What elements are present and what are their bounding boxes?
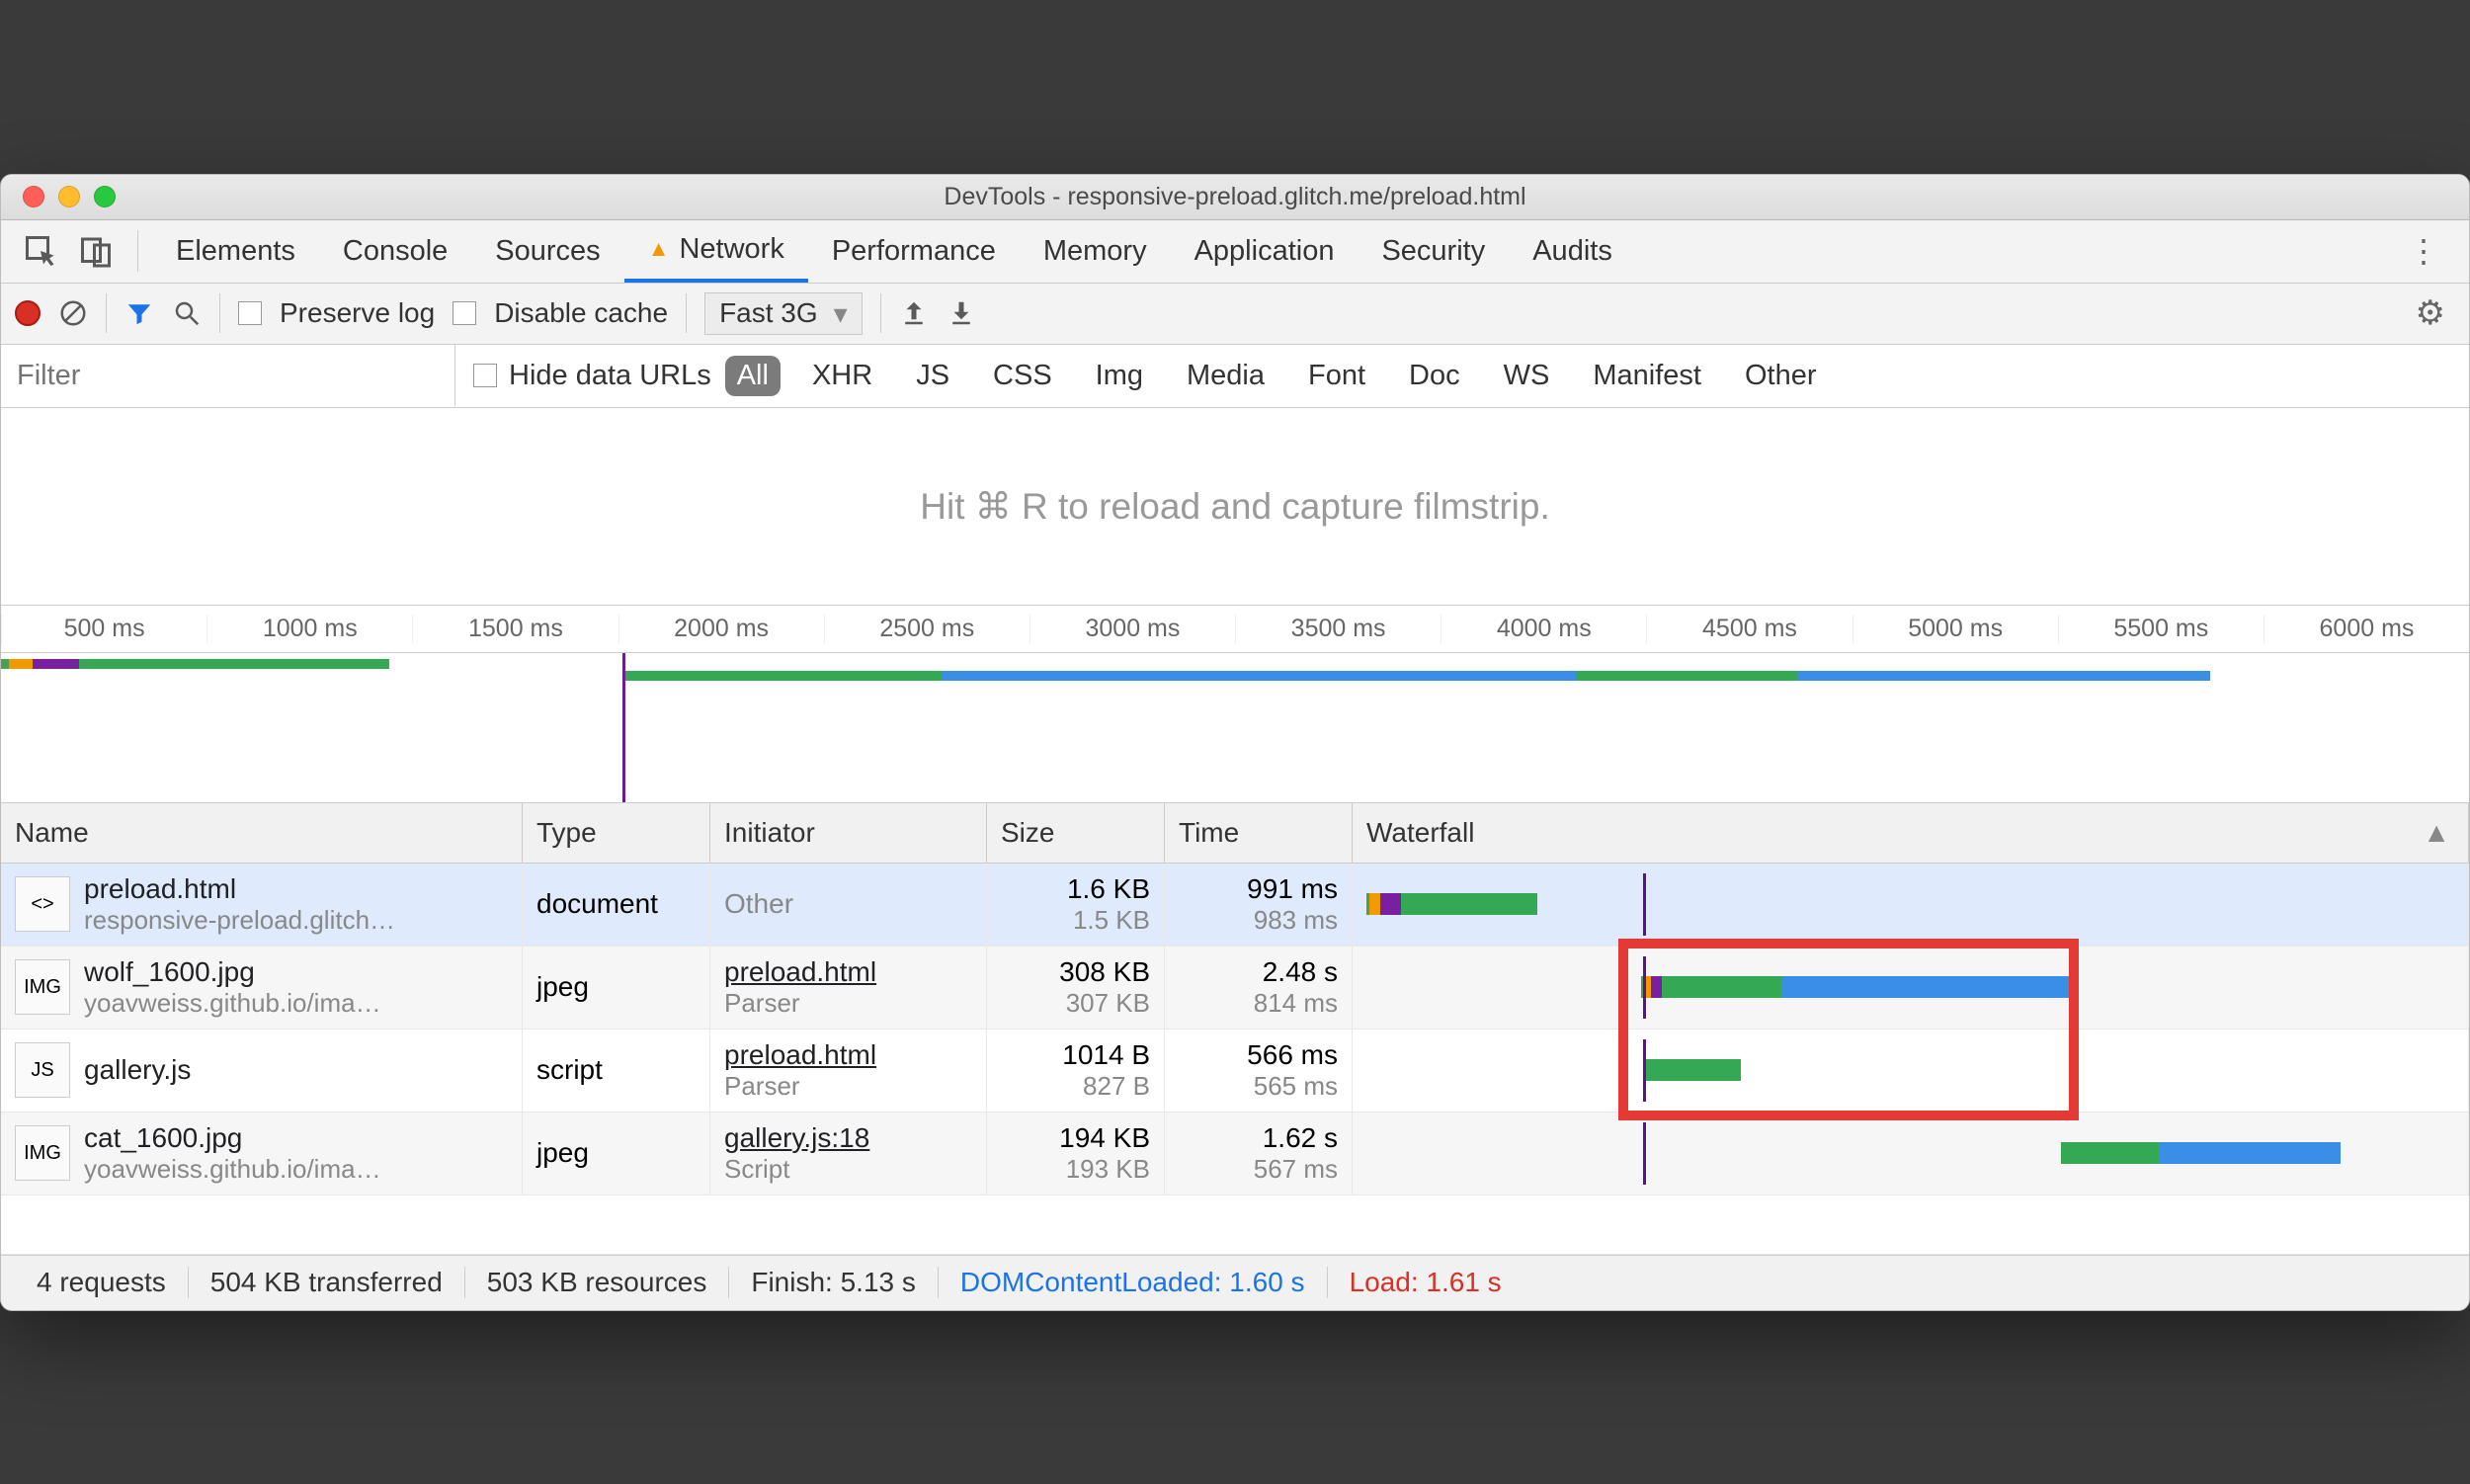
transferred-size: 504 KB transferred — [189, 1267, 465, 1298]
filter-type-other[interactable]: Other — [1733, 356, 1829, 396]
throttle-select[interactable]: Fast 3G▾ — [704, 292, 863, 335]
upload-har-icon[interactable] — [899, 298, 929, 328]
window-controls — [1, 186, 116, 207]
request-count: 4 requests — [15, 1267, 189, 1298]
disable-cache-label: Disable cache — [494, 297, 668, 329]
request-name: preload.html — [84, 873, 395, 905]
file-type-icon: <> — [15, 876, 70, 932]
waterfall-bar[interactable] — [1366, 1122, 2454, 1185]
hide-data-urls-checkbox[interactable] — [473, 364, 497, 387]
network-table-header: Name Type Initiator Size Time Waterfall▲ — [1, 803, 2469, 864]
minimize-window-button[interactable] — [58, 186, 80, 207]
col-size[interactable]: Size — [987, 803, 1165, 863]
window-title: DevTools - responsive-preload.glitch.me/… — [1, 183, 2469, 211]
tab-security[interactable]: Security — [1358, 219, 1509, 283]
warning-icon: ▲ — [648, 236, 670, 262]
tab-elements[interactable]: Elements — [152, 219, 319, 283]
clear-icon[interactable] — [58, 298, 88, 328]
tab-application[interactable]: Application — [1171, 219, 1358, 283]
tab-memory[interactable]: Memory — [1020, 219, 1171, 283]
table-row[interactable]: JSgallery.jsscriptpreload.htmlParser1014… — [1, 1030, 2469, 1113]
network-table-body: <>preload.htmlresponsive-preload.glitch…… — [1, 864, 2469, 1195]
zoom-window-button[interactable] — [94, 186, 116, 207]
tab-sources[interactable]: Sources — [471, 219, 623, 283]
filter-type-doc[interactable]: Doc — [1397, 356, 1472, 396]
file-type-icon: JS — [15, 1042, 70, 1098]
col-type[interactable]: Type — [523, 803, 710, 863]
filmstrip-hint: Hit ⌘ R to reload and capture filmstrip. — [1, 408, 2469, 606]
request-name: gallery.js — [84, 1054, 191, 1086]
overview-timeline[interactable]: 500 ms1000 ms1500 ms2000 ms2500 ms3000 m… — [1, 606, 2469, 803]
timeline-cursor[interactable] — [622, 653, 625, 802]
table-row[interactable]: IMGcat_1600.jpgyoavweiss.github.io/ima…j… — [1, 1113, 2469, 1195]
filter-type-font[interactable]: Font — [1296, 356, 1377, 396]
filter-type-all[interactable]: All — [725, 356, 781, 396]
sort-asc-icon: ▲ — [2423, 817, 2450, 849]
titlebar: DevTools - responsive-preload.glitch.me/… — [1, 175, 2469, 220]
initiator-link[interactable]: gallery.js:18 — [724, 1122, 972, 1154]
hide-data-urls-label: Hide data URLs — [509, 360, 711, 392]
filter-bar: Hide data URLs All XHR JS CSS Img Media Font Do… — [1, 345, 2469, 408]
close-window-button[interactable] — [23, 186, 44, 207]
filter-type-img[interactable]: Img — [1084, 356, 1155, 396]
waterfall-bar[interactable] — [1366, 1039, 2454, 1102]
col-time[interactable]: Time — [1165, 803, 1353, 863]
download-har-icon[interactable] — [947, 298, 976, 328]
status-bar: 4 requests 504 KB transferred 503 KB res… — [1, 1255, 2469, 1310]
col-initiator[interactable]: Initiator — [710, 803, 987, 863]
search-icon[interactable] — [172, 298, 202, 328]
filter-type-media[interactable]: Media — [1175, 356, 1276, 396]
resource-size: 503 KB resources — [465, 1267, 730, 1298]
preserve-log-checkbox[interactable] — [238, 301, 262, 325]
preserve-log-label: Preserve log — [280, 297, 435, 329]
waterfall-bar[interactable] — [1366, 873, 2454, 936]
panel-tabs: ElementsConsoleSources▲NetworkPerformanc… — [1, 220, 2469, 284]
load-time: Load: 1.61 s — [1328, 1267, 1523, 1298]
dcl-time: DOMContentLoaded: 1.60 s — [939, 1267, 1328, 1298]
filter-type-ws[interactable]: WS — [1492, 356, 1562, 396]
tab-console[interactable]: Console — [319, 219, 471, 283]
waterfall-bar[interactable] — [1366, 956, 2454, 1019]
file-type-icon: IMG — [15, 1125, 70, 1181]
request-name: wolf_1600.jpg — [84, 956, 381, 988]
col-waterfall[interactable]: Waterfall▲ — [1353, 803, 2469, 863]
filter-type-xhr[interactable]: XHR — [800, 356, 884, 396]
filter-icon[interactable] — [124, 298, 154, 328]
initiator-link[interactable]: preload.html — [724, 956, 972, 988]
disable-cache-checkbox[interactable] — [453, 301, 476, 325]
tab-network[interactable]: ▲Network — [624, 219, 808, 283]
initiator-link[interactable]: preload.html — [724, 1039, 972, 1071]
device-toggle-icon[interactable] — [78, 233, 114, 269]
settings-icon[interactable]: ⚙ — [2416, 293, 2455, 333]
tab-audits[interactable]: Audits — [1509, 219, 1636, 283]
file-type-icon: IMG — [15, 959, 70, 1015]
filter-input[interactable] — [1, 345, 455, 406]
inspect-icon[interactable] — [23, 233, 58, 269]
network-toolbar: Preserve log Disable cache Fast 3G▾ ⚙ — [1, 284, 2469, 345]
col-name[interactable]: Name — [1, 803, 523, 863]
tab-performance[interactable]: Performance — [808, 219, 1020, 283]
devtools-window: DevTools - responsive-preload.glitch.me/… — [0, 174, 2470, 1311]
finish-time: Finish: 5.13 s — [729, 1267, 939, 1298]
filter-type-js[interactable]: JS — [904, 356, 961, 396]
record-button[interactable] — [15, 300, 41, 326]
more-menu-icon[interactable]: ⋮ — [2390, 232, 2457, 270]
filter-type-manifest[interactable]: Manifest — [1581, 356, 1713, 396]
table-row[interactable]: <>preload.htmlresponsive-preload.glitch…… — [1, 864, 2469, 947]
filter-type-css[interactable]: CSS — [981, 356, 1064, 396]
table-row[interactable]: IMGwolf_1600.jpgyoavweiss.github.io/ima…… — [1, 947, 2469, 1030]
request-name: cat_1600.jpg — [84, 1122, 381, 1154]
